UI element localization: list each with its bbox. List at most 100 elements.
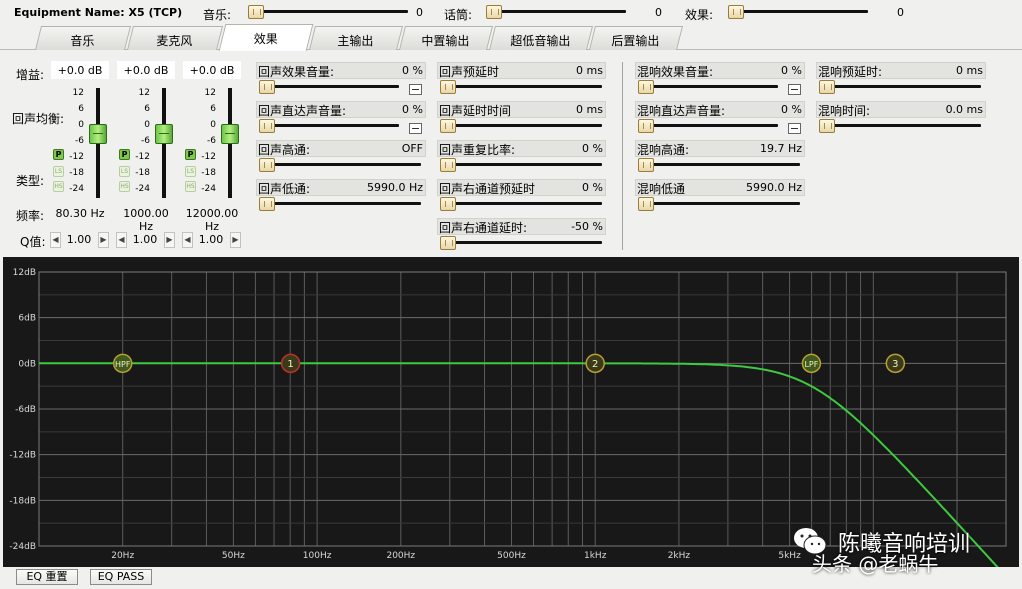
x-axis-tick-label: 1kHz [584, 551, 607, 561]
band2-q-decrease-icon[interactable]: ◀ [116, 232, 127, 248]
band1-q-value: 1.00 [66, 233, 92, 246]
band2-gain-slider[interactable] [155, 88, 173, 198]
eq-response-graph[interactable]: 12dB 6dB 0dB -6dB -12dB -18dB -24dB 20Hz 50Hz 100… [3, 257, 1019, 567]
effect-volume-label: 效果: [685, 8, 714, 22]
svg-text:3: 3 [892, 359, 898, 370]
band3-type-lowshelf-button[interactable]: LS [185, 166, 196, 177]
echo-right-predelay-label: 回声右通道预延时 [439, 182, 536, 196]
eq-node-lpf[interactable]: LPF [801, 353, 822, 374]
band2-type-highshelf-button[interactable]: HS [119, 181, 130, 192]
tab-effects[interactable]: 效果 [218, 24, 314, 51]
reverb-effect-volume-value: 0 % [781, 64, 802, 77]
reverb-predelay-slider[interactable] [819, 80, 981, 94]
reverb-direct-volume-value: 0 % [781, 103, 802, 116]
tab-subwoofer-output[interactable]: 超低音输出 [489, 26, 593, 50]
equipment-name: Equipment Name: X5 (TCP) [14, 6, 183, 19]
reverb-effect-mute-toggle[interactable] [788, 84, 801, 95]
band3-q-decrease-icon[interactable]: ◀ [182, 232, 193, 248]
echo-direct-volume-value: 0 % [402, 103, 423, 116]
eq-node-1[interactable]: 1 [280, 353, 301, 374]
reverb-direct-volume-slider[interactable] [638, 119, 778, 133]
x-axis-tick-label: 500Hz [497, 551, 526, 561]
reverb-time: 混响时间: 0.0 ms [816, 101, 986, 137]
reverb-effect-volume-slider[interactable] [638, 80, 778, 94]
band2-q-stepper[interactable]: ◀ 1.00 ▶ [116, 231, 176, 249]
reverb-effect-volume-label: 混响效果音量: [637, 65, 714, 79]
band2-gain-field[interactable]: +0.0 dB [117, 61, 175, 79]
reverb-lowpass-slider[interactable] [638, 197, 800, 211]
band2-q-increase-icon[interactable]: ▶ [164, 232, 175, 248]
x-axis-tick-label: 200Hz [386, 551, 415, 561]
echo-direct-volume-slider[interactable] [259, 119, 399, 133]
band1-type-lowshelf-button[interactable]: LS [53, 166, 64, 177]
y-axis-tick-label: -6dB [15, 405, 36, 415]
echo-direct-mute-toggle[interactable] [409, 123, 422, 134]
reverb-lowpass-label: 混响低通 [637, 182, 686, 196]
band1-type-peak-button[interactable]: P [53, 149, 64, 160]
echo-effect-volume-slider[interactable] [259, 80, 399, 94]
tab-microphone[interactable]: 麦克风 [127, 26, 223, 50]
echo-predelay-value: 0 ms [576, 64, 603, 77]
tab-center-output[interactable]: 中置输出 [399, 26, 493, 50]
y-axis-tick-label: 6dB [18, 314, 36, 324]
reverb-direct-mute-toggle[interactable] [788, 123, 801, 134]
tab-main-output[interactable]: 主输出 [309, 26, 403, 50]
eq-node-hpf[interactable]: HPF [112, 353, 133, 374]
effect-volume-slider[interactable] [728, 5, 868, 19]
eq-response-svg[interactable]: 12dB 6dB 0dB -6dB -12dB -18dB -24dB 20Hz 50Hz 100… [3, 257, 1019, 567]
reverb-highpass-value: 19.7 Hz [759, 142, 802, 155]
band3-gain-field[interactable]: +0.0 dB [183, 61, 241, 79]
echo-right-delay-slider[interactable] [440, 236, 602, 250]
band3-frequency-value[interactable]: 12000.00 Hz [181, 207, 243, 233]
mic-volume-label: 话筒: [444, 8, 473, 22]
svg-text:2: 2 [592, 359, 598, 370]
music-volume-slider[interactable] [248, 5, 408, 19]
echo-repeat-ratio-slider[interactable] [440, 158, 602, 172]
eq-node-3[interactable]: 3 [885, 353, 906, 374]
echo-right-predelay-slider[interactable] [440, 197, 602, 211]
reverb-time-slider[interactable] [819, 119, 981, 133]
band3-gain-slider[interactable] [221, 88, 239, 198]
band1-frequency-value[interactable]: 80.30 Hz [49, 207, 111, 220]
effect-volume-value: 0 [897, 6, 904, 19]
echo-lowpass-slider[interactable] [259, 197, 421, 211]
top-bar: Equipment Name: X5 (TCP) 音乐: 0 话筒: 0 效果:… [0, 0, 1022, 24]
tab-rear-output[interactable]: 后置输出 [589, 26, 683, 50]
band1-gain-slider[interactable] [89, 88, 107, 198]
reverb-lowpass-value: 5990.0 Hz [745, 181, 802, 194]
band3-q-increase-icon[interactable]: ▶ [230, 232, 241, 248]
band3-type-peak-button[interactable]: P [185, 149, 196, 160]
band3-type-highshelf-button[interactable]: HS [185, 181, 196, 192]
tab-music[interactable]: 音乐 [35, 26, 131, 50]
echo-highpass-slider[interactable] [259, 158, 421, 172]
band2-frequency-value[interactable]: 1000.00 Hz [115, 207, 177, 233]
echo-highpass-label: 回声高通: [258, 143, 311, 157]
echo-repeat-ratio-label: 回声重复比率: [439, 143, 516, 157]
reverb-time-value: 0.0 ms [945, 103, 983, 116]
mic-volume-slider[interactable] [486, 5, 626, 19]
band2-type-peak-button[interactable]: P [119, 149, 130, 160]
svg-text:LPF: LPF [804, 360, 818, 369]
svg-text:HPF: HPF [115, 360, 131, 369]
type-label: 类型: [16, 174, 45, 188]
eq-node-2[interactable]: 2 [585, 353, 605, 374]
reverb-highpass-label: 混响高通: [637, 143, 690, 157]
y-axis-tick-label: 12dB [13, 268, 36, 278]
echo-predelay-slider[interactable] [440, 80, 602, 94]
band1-q-increase-icon[interactable]: ▶ [98, 232, 109, 248]
band2-type-lowshelf-button[interactable]: LS [119, 166, 130, 177]
echo-effect-mute-toggle[interactable] [409, 84, 422, 95]
eq-reset-button[interactable]: EQ 重置 [16, 569, 78, 585]
band1-gain-field[interactable]: +0.0 dB [51, 61, 109, 79]
band1-q-decrease-icon[interactable]: ◀ [50, 232, 61, 248]
echo-delay-time-slider[interactable] [440, 119, 602, 133]
band3-q-stepper[interactable]: ◀ 1.00 ▶ [182, 231, 242, 249]
echo-right-delay: 回声右通道延时: -50 % [437, 218, 606, 254]
echo-right-delay-label: 回声右通道延时: [439, 221, 528, 235]
band3-q-value: 1.00 [198, 233, 224, 246]
band1-type-highshelf-button[interactable]: HS [53, 181, 64, 192]
eq-pass-button[interactable]: EQ PASS [90, 569, 152, 585]
reverb-highpass-slider[interactable] [638, 158, 800, 172]
band1-q-stepper[interactable]: ◀ 1.00 ▶ [50, 231, 110, 249]
echo-delay-time: 回声延时时间 0 ms [437, 101, 606, 137]
